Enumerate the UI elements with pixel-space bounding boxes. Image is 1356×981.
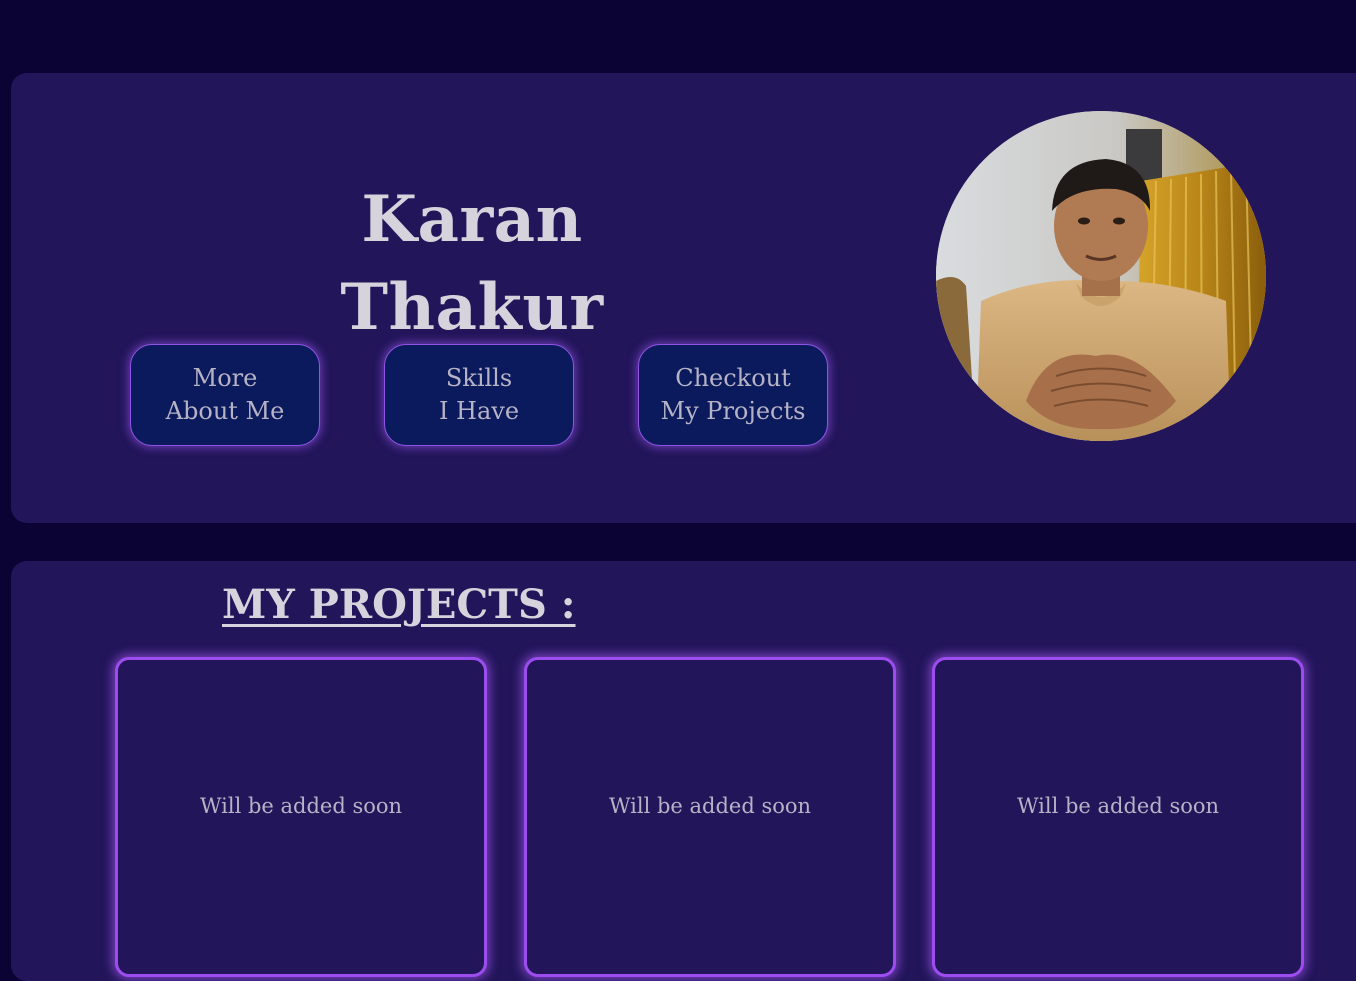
project-card-text: Will be added soon [608,794,812,818]
button-label-line2: I Have [438,397,520,425]
projects-button[interactable]: Checkout My Projects [638,344,828,446]
skills-button[interactable]: Skills I Have [384,344,574,446]
project-card-text: Will be added soon [1016,794,1220,818]
project-card[interactable]: Will be added soon [524,657,896,977]
project-card[interactable]: Will be added soon [932,657,1304,977]
profile-photo-illustration [936,111,1266,441]
page-title: Karan Thakur [340,182,604,345]
project-card[interactable]: Will be added soon [115,657,487,977]
projects-heading: MY PROJECTS : [222,581,576,628]
more-about-me-button[interactable]: More About Me [130,344,320,446]
button-label-line1: Checkout [675,364,791,392]
project-card-text: Will be added soon [199,794,403,818]
button-label-line1: More [192,364,258,392]
button-label-line2: About Me [165,397,285,425]
profile-photo [936,111,1266,441]
button-label-line2: My Projects [660,397,806,425]
button-label-line1: Skills [445,364,513,392]
